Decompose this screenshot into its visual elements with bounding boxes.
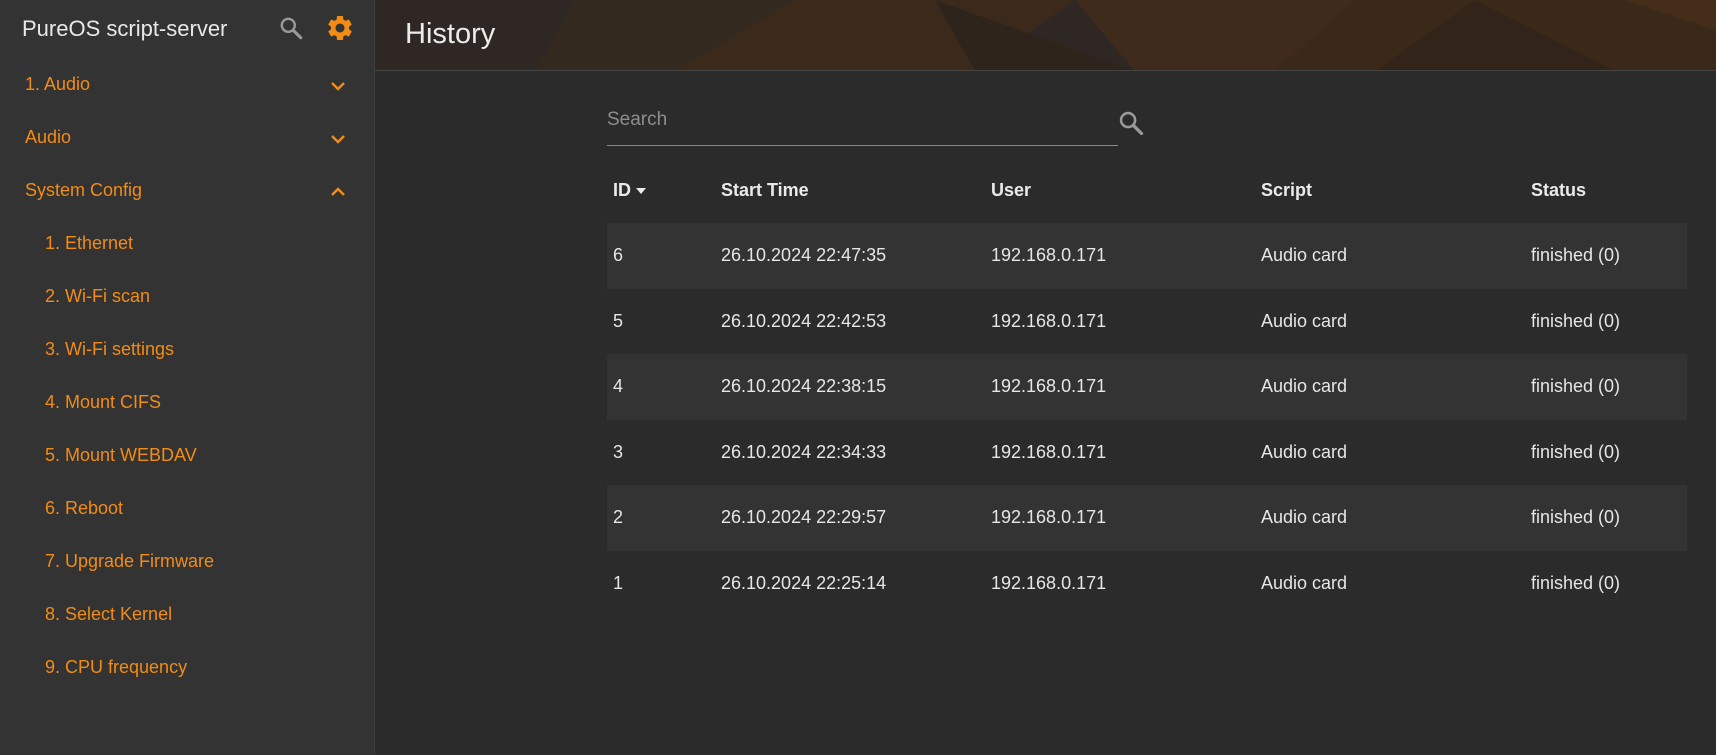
cell-script: Audio card [1255, 354, 1525, 420]
cell-script: Audio card [1255, 485, 1525, 551]
cell-user: 192.168.0.171 [985, 288, 1255, 354]
table-row[interactable]: 2 26.10.2024 22:29:57 192.168.0.171 Audi… [607, 485, 1687, 551]
column-header-id[interactable]: ID [607, 158, 715, 223]
cell-user: 192.168.0.171 [985, 354, 1255, 420]
sidebar-item-upgrade-firmware[interactable]: 7. Upgrade Firmware [0, 535, 374, 588]
cell-start-time: 26.10.2024 22:25:14 [715, 550, 985, 616]
sidebar-group-audio[interactable]: Audio [0, 111, 374, 164]
cell-script: Audio card [1255, 223, 1525, 289]
sidebar-item-ethernet[interactable]: 1. Ethernet [0, 217, 374, 270]
history-table: ID Start Time User Script Status 6 26.10… [607, 158, 1687, 616]
sidebar: PureOS script-server 1. Audio Audio Syst… [0, 0, 375, 755]
cell-status: finished (0) [1525, 550, 1687, 616]
table-row[interactable]: 1 26.10.2024 22:25:14 192.168.0.171 Audi… [607, 550, 1687, 616]
cell-user: 192.168.0.171 [985, 419, 1255, 485]
table-row[interactable]: 3 26.10.2024 22:34:33 192.168.0.171 Audi… [607, 419, 1687, 485]
sidebar-header: PureOS script-server [0, 0, 374, 58]
sidebar-item-wifi-settings[interactable]: 3. Wi-Fi settings [0, 323, 374, 376]
sidebar-group-system-config[interactable]: System Config [0, 164, 374, 217]
cell-script: Audio card [1255, 550, 1525, 616]
chevron-down-icon [331, 135, 345, 144]
cell-user: 192.168.0.171 [985, 485, 1255, 551]
cell-id: 4 [607, 354, 715, 420]
cell-script: Audio card [1255, 288, 1525, 354]
sidebar-item-wifi-scan[interactable]: 2. Wi-Fi scan [0, 270, 374, 323]
cell-start-time: 26.10.2024 22:29:57 [715, 485, 985, 551]
cell-user: 192.168.0.171 [985, 223, 1255, 289]
cell-id: 5 [607, 288, 715, 354]
cell-status: finished (0) [1525, 223, 1687, 289]
cell-id: 3 [607, 419, 715, 485]
sidebar-item-reboot[interactable]: 6. Reboot [0, 482, 374, 535]
cell-id: 1 [607, 550, 715, 616]
sidebar-group-label: System Config [25, 180, 143, 200]
cell-id: 2 [607, 485, 715, 551]
search-input[interactable] [607, 100, 1118, 140]
cell-status: finished (0) [1525, 419, 1687, 485]
cell-user: 192.168.0.171 [985, 550, 1255, 616]
sidebar-group-label: Audio [25, 127, 72, 147]
table-row[interactable]: 4 26.10.2024 22:38:15 192.168.0.171 Audi… [607, 354, 1687, 420]
chevron-up-icon [331, 187, 345, 196]
cell-id: 6 [607, 223, 715, 289]
cell-start-time: 26.10.2024 22:47:35 [715, 223, 985, 289]
chevron-down-icon [331, 82, 345, 91]
search-icon[interactable] [278, 15, 304, 41]
gear-icon[interactable] [325, 13, 355, 43]
column-header-start-time[interactable]: Start Time [715, 158, 985, 223]
table-row[interactable]: 6 26.10.2024 22:47:35 192.168.0.171 Audi… [607, 223, 1687, 289]
sidebar-item-mount-cifs[interactable]: 4. Mount CIFS [0, 376, 374, 429]
sidebar-item-select-kernel[interactable]: 8. Select Kernel [0, 588, 374, 641]
app-title: PureOS script-server [22, 16, 228, 41]
page-title: History [405, 18, 496, 50]
cell-script: Audio card [1255, 419, 1525, 485]
table-header-row: ID Start Time User Script Status [607, 158, 1687, 223]
sort-desc-icon [636, 188, 646, 195]
sidebar-group-1-audio[interactable]: 1. Audio [0, 58, 374, 111]
page-header: History [375, 0, 1716, 71]
column-header-script[interactable]: Script [1255, 158, 1525, 223]
column-header-user[interactable]: User [985, 158, 1255, 223]
search-field [607, 100, 1118, 146]
cell-start-time: 26.10.2024 22:42:53 [715, 288, 985, 354]
sidebar-group-label: 1. Audio [25, 74, 91, 94]
table-row[interactable]: 5 26.10.2024 22:42:53 192.168.0.171 Audi… [607, 288, 1687, 354]
column-header-status[interactable]: Status [1525, 158, 1687, 223]
sidebar-item-mount-webdav[interactable]: 5. Mount WEBDAV [0, 429, 374, 482]
cell-status: finished (0) [1525, 354, 1687, 420]
cell-start-time: 26.10.2024 22:38:15 [715, 354, 985, 420]
cell-status: finished (0) [1525, 485, 1687, 551]
sidebar-item-cpu-frequency[interactable]: 9. CPU frequency [0, 641, 374, 694]
cell-start-time: 26.10.2024 22:34:33 [715, 419, 985, 485]
sidebar-nav: 1. Audio Audio System Config 1. Ethernet… [0, 58, 374, 694]
search-icon[interactable] [1117, 109, 1145, 137]
cell-status: finished (0) [1525, 288, 1687, 354]
header-background-pattern [375, 0, 1716, 70]
